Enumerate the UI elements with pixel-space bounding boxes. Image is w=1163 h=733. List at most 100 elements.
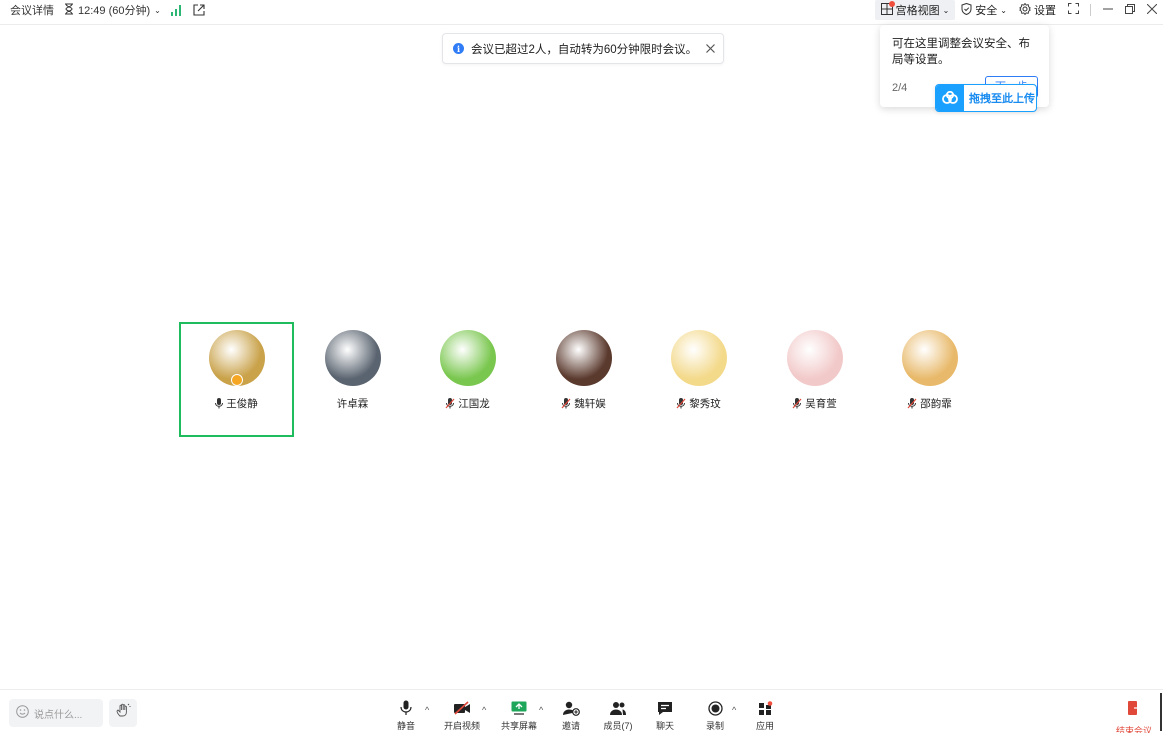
- avatar: [786, 330, 843, 386]
- audio-options-caret[interactable]: ^: [425, 705, 429, 715]
- participant-tile[interactable]: 邵韵霏: [872, 322, 987, 437]
- tooltip-step: 2/4: [892, 82, 908, 94]
- meeting-timer[interactable]: 12:49 (60分钟) ⌄: [64, 2, 161, 18]
- avatar: [555, 330, 612, 386]
- security-button[interactable]: 安全 ⌄: [955, 0, 1013, 20]
- share-screen-icon: [511, 700, 527, 716]
- minimize-icon: [1103, 3, 1113, 17]
- participant-tile[interactable]: 吴育萱: [757, 322, 872, 437]
- time-limit-notice: i 会议已超过2人，自动转为60分钟限时会议。: [442, 33, 724, 64]
- chat-label: 聊天: [655, 721, 674, 731]
- close-window-button[interactable]: [1141, 0, 1163, 20]
- participant-name: 黎秀玟: [689, 398, 721, 410]
- shield-icon: [961, 2, 972, 18]
- participant-tile[interactable]: 魏轩娱: [526, 322, 641, 437]
- participant-name: 许卓霖: [336, 398, 369, 410]
- fullscreen-icon: [1067, 3, 1079, 17]
- microphone-icon: [215, 398, 224, 409]
- end-meeting-button[interactable]: 结束会议: [1114, 700, 1154, 733]
- avatar: [324, 330, 381, 386]
- mic-muted-icon: [792, 398, 802, 409]
- participant-name: 王俊静: [226, 398, 258, 410]
- raise-hand-button[interactable]: [109, 699, 137, 727]
- participant-name-row: 吴育萱: [792, 396, 837, 411]
- participant-name-row: 王俊静: [215, 396, 258, 411]
- participant-name: 邵韵霏: [920, 398, 952, 410]
- top-bar: 会议详情 12:49 (60分钟) ⌄ 宫格视图 ⌄ 安全 ⌄ 设置: [0, 0, 1163, 20]
- participant-name-row: 黎秀玟: [676, 396, 721, 411]
- timer-text: 12:49 (60分钟): [78, 5, 151, 17]
- notification-dot: [888, 0, 895, 7]
- avatar: [901, 330, 958, 386]
- record-options-caret[interactable]: ^: [732, 705, 736, 715]
- settings-label: 设置: [1034, 5, 1056, 17]
- restore-icon: [1125, 3, 1135, 17]
- mute-button[interactable]: 静音: [386, 700, 426, 732]
- add-user-icon: [562, 700, 580, 716]
- grid-view-label: 宫格视图: [895, 5, 940, 17]
- record-label: 录制: [705, 721, 724, 731]
- settings-button[interactable]: 设置: [1013, 0, 1062, 20]
- members-label: 成员(7): [603, 721, 633, 731]
- cloud-upload-icon: [936, 85, 964, 111]
- meeting-details-label: 会议详情: [10, 5, 54, 17]
- video-label: 开启视频: [443, 721, 480, 731]
- avatar: [670, 330, 727, 386]
- quick-chat-input[interactable]: 说点什么...: [9, 699, 103, 727]
- mic-muted-icon: [676, 398, 686, 409]
- info-icon: i: [453, 43, 464, 54]
- host-badge-icon: [230, 374, 243, 386]
- gear-icon: [1019, 2, 1031, 18]
- participant-tile[interactable]: 许卓霖: [295, 322, 410, 437]
- close-notice-button[interactable]: [706, 41, 715, 56]
- apps-icon: [758, 700, 773, 716]
- bottom-toolbar: 说点什么... 静音 ^ 开启视频 ^ 共享屏幕 ^ 邀请 成员(7) 聊天 录…: [0, 689, 1163, 733]
- start-video-button[interactable]: 开启视频: [442, 700, 482, 732]
- avatar: [439, 330, 496, 386]
- microphone-icon: [400, 700, 412, 716]
- restore-button[interactable]: [1119, 0, 1141, 20]
- close-icon: [1146, 3, 1158, 17]
- participant-name-row: 江国龙: [445, 396, 490, 411]
- chevron-down-icon: ⌄: [942, 5, 950, 15]
- record-button[interactable]: 录制: [695, 700, 735, 732]
- external-link-icon[interactable]: [193, 4, 205, 16]
- record-icon: [707, 700, 723, 716]
- chat-placeholder: 说点什么...: [34, 709, 83, 721]
- grid-icon: [880, 0, 895, 18]
- participant-tile[interactable]: 王俊静: [179, 322, 294, 437]
- raise-hand-icon: [116, 703, 131, 723]
- participant-tile[interactable]: 江国龙: [410, 322, 525, 437]
- mic-muted-icon: [907, 398, 917, 409]
- notice-text: 会议已超过2人，自动转为60分钟限时会议。: [471, 43, 698, 56]
- share-screen-button[interactable]: 共享屏幕: [499, 700, 539, 732]
- chat-icon: [657, 700, 673, 716]
- minimize-button[interactable]: [1097, 0, 1119, 20]
- signal-icon[interactable]: [170, 4, 183, 16]
- apps-button[interactable]: 应用: [745, 700, 785, 732]
- drag-upload-widget[interactable]: 拖拽至此上传: [935, 84, 1037, 112]
- chevron-down-icon: ⌄: [1000, 5, 1007, 15]
- participant-name: 吴育萱: [805, 398, 837, 410]
- chat-button[interactable]: 聊天: [645, 700, 685, 732]
- invite-button[interactable]: 邀请: [551, 700, 591, 732]
- video-options-caret[interactable]: ^: [482, 705, 486, 715]
- tooltip-text: 可在这里调整会议安全、布局等设置。: [892, 38, 1030, 66]
- fullscreen-button[interactable]: [1062, 0, 1084, 20]
- hourglass-icon: [64, 3, 74, 18]
- participant-name-row: 邵韵霏: [907, 396, 952, 411]
- meeting-details-link[interactable]: 会议详情: [10, 2, 54, 18]
- chevron-down-icon: ⌄: [154, 5, 161, 15]
- mic-muted-icon: [561, 398, 571, 409]
- smiley-icon: [16, 705, 29, 721]
- security-label: 安全: [975, 5, 998, 17]
- share-options-caret[interactable]: ^: [539, 705, 543, 715]
- members-icon: [609, 700, 627, 716]
- apps-label: 应用: [755, 721, 774, 731]
- mic-muted-icon: [445, 398, 455, 409]
- members-button[interactable]: 成员(7): [598, 700, 638, 732]
- upload-label: 拖拽至此上传: [969, 93, 1035, 105]
- participant-tile[interactable]: 黎秀玟: [641, 322, 756, 437]
- participant-name: 江国龙: [458, 398, 490, 410]
- grid-view-button[interactable]: 宫格视图 ⌄: [874, 0, 956, 20]
